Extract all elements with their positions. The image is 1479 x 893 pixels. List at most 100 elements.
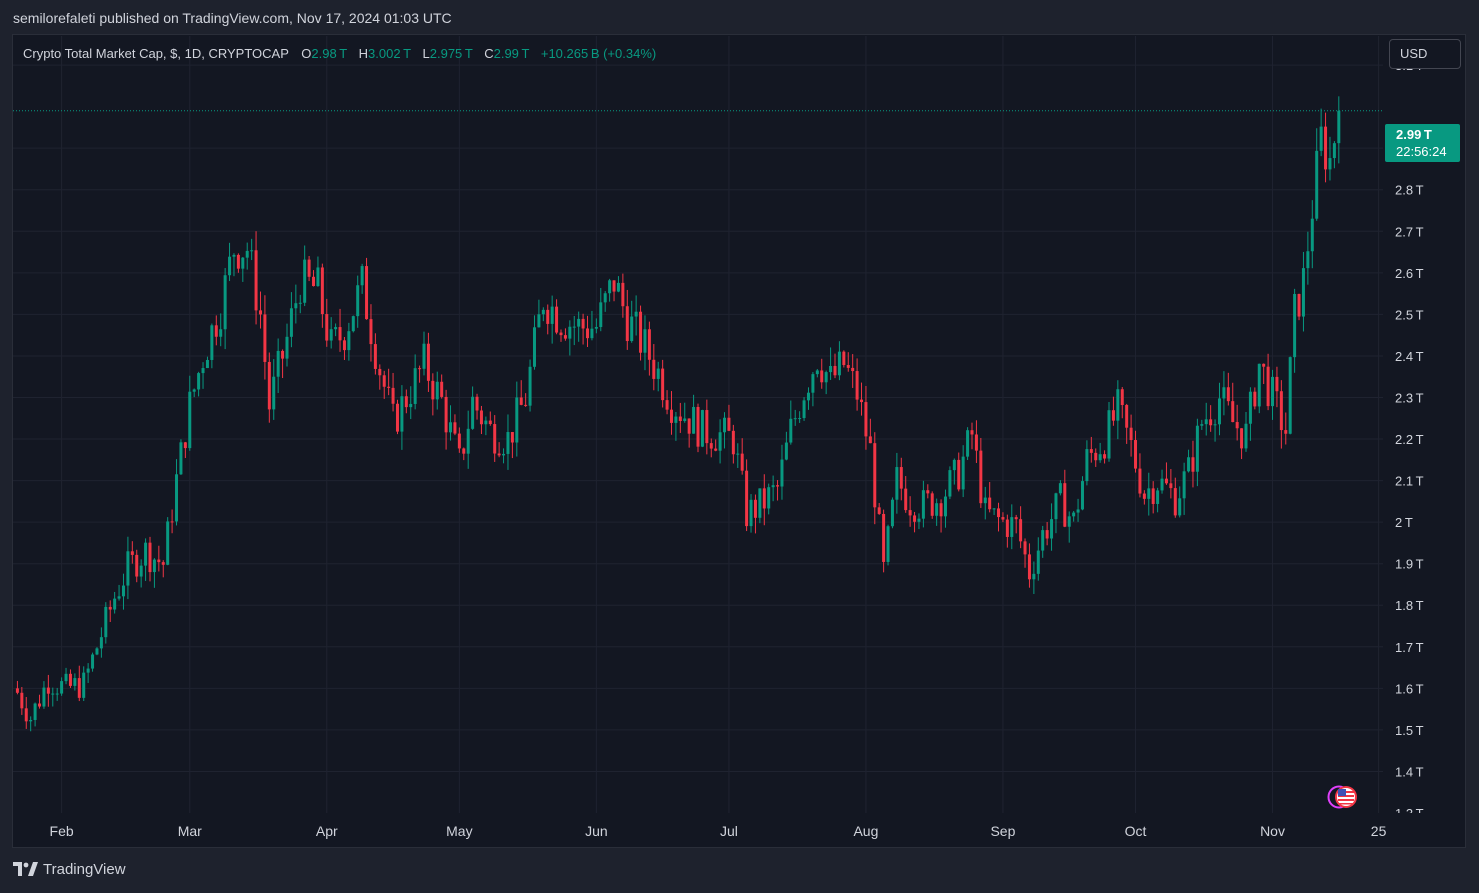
candle-body: [1129, 427, 1133, 441]
candle: [475, 393, 479, 420]
candle: [683, 402, 687, 423]
candle: [440, 374, 444, 399]
candle: [254, 231, 258, 325]
candle-body: [1120, 389, 1124, 406]
candle-body: [1107, 410, 1111, 459]
candle: [665, 390, 669, 415]
candle: [1014, 514, 1018, 534]
candle-body: [833, 365, 837, 376]
candle: [1072, 510, 1076, 522]
candle-body: [1275, 376, 1279, 392]
candle: [387, 368, 391, 396]
candle-body: [484, 420, 488, 425]
candle-body: [1019, 519, 1023, 542]
time-axis[interactable]: Feb Mar Apr May Jun Jul Aug Sep Oct Nov 25: [50, 823, 1387, 839]
candle-body: [1164, 478, 1168, 484]
candle-body: [1089, 449, 1093, 453]
candle: [731, 424, 735, 464]
footer-brand[interactable]: TradingView: [13, 860, 126, 884]
candle: [1271, 369, 1275, 420]
candle-body: [674, 416, 678, 423]
candle-body: [515, 397, 519, 443]
candle-body: [431, 380, 435, 400]
open-label: O: [301, 46, 312, 61]
candle: [886, 524, 890, 566]
candle-body: [868, 436, 872, 444]
candle: [426, 332, 430, 392]
candle: [303, 245, 307, 307]
candle: [696, 403, 700, 453]
us-flag-icon[interactable]: [1326, 785, 1358, 809]
candle-body: [281, 350, 285, 359]
candle-body: [921, 490, 925, 519]
candle-body: [718, 432, 722, 451]
candle: [108, 600, 112, 623]
candle-body: [966, 430, 970, 457]
candle: [144, 538, 148, 581]
candle: [29, 716, 33, 732]
price-axis[interactable]: 3.1 T2.9 T2.8 T2.7 T2.6 T2.5 T2.4 T2.3 T…: [1383, 58, 1463, 833]
candle: [1195, 418, 1199, 487]
candle: [528, 359, 532, 412]
ohlc-legend[interactable]: Crypto Total Market Cap, $, 1D, CRYPTOCA…: [23, 46, 656, 61]
x-tick-label: Jul: [720, 823, 738, 839]
candle-body: [462, 448, 466, 454]
candle-body: [73, 678, 77, 686]
candle: [882, 509, 886, 573]
candle: [1200, 419, 1204, 430]
candle: [135, 549, 139, 583]
currency-button[interactable]: USD: [1389, 39, 1461, 69]
candle: [899, 457, 903, 501]
candle-body: [687, 418, 691, 434]
candle: [338, 308, 342, 352]
candle-body: [192, 389, 196, 392]
candle: [550, 295, 554, 344]
candle-body: [347, 331, 351, 351]
candle: [692, 394, 696, 434]
candle-body: [1279, 391, 1283, 431]
candle: [356, 275, 360, 328]
candle-body: [612, 280, 616, 292]
candle-body: [254, 250, 258, 311]
candle-body: [152, 559, 156, 573]
candle-body: [753, 499, 757, 518]
candle: [42, 681, 46, 709]
x-tick-label: Oct: [1125, 823, 1147, 839]
candle: [939, 499, 943, 533]
candle: [656, 361, 660, 392]
candle-body: [135, 554, 139, 577]
high-label: H: [358, 46, 369, 61]
candle: [409, 386, 413, 420]
candle-body: [1195, 425, 1199, 472]
candle: [400, 385, 404, 450]
candle-body: [1014, 517, 1018, 520]
candle: [647, 321, 651, 376]
candle-body: [837, 351, 841, 376]
candle: [714, 439, 718, 452]
candle: [590, 310, 594, 341]
candle: [307, 256, 311, 282]
candle-body: [351, 316, 355, 332]
candle-body: [409, 403, 413, 408]
candle: [457, 427, 461, 453]
candle: [890, 497, 894, 529]
candle: [546, 304, 550, 335]
candle: [466, 410, 470, 469]
candle-body: [1085, 449, 1089, 482]
candlestick-chart[interactable]: 3.1 T2.9 T2.8 T2.7 T2.6 T2.5 T2.4 T2.3 T…: [0, 0, 1479, 893]
y-tick-label: 1.9 T: [1395, 557, 1424, 572]
candle: [851, 354, 855, 388]
candle: [130, 541, 134, 564]
candle: [833, 353, 837, 379]
candle-body: [1319, 126, 1323, 151]
candle-body: [913, 515, 917, 522]
candle-body: [1191, 457, 1195, 472]
candle: [855, 358, 859, 411]
candle: [1080, 476, 1084, 511]
candle: [829, 347, 833, 380]
tradingview-brand-name: TradingView: [43, 860, 126, 878]
candle: [727, 404, 731, 432]
candle: [1125, 403, 1129, 444]
candle: [1235, 404, 1239, 441]
candle: [926, 484, 930, 499]
